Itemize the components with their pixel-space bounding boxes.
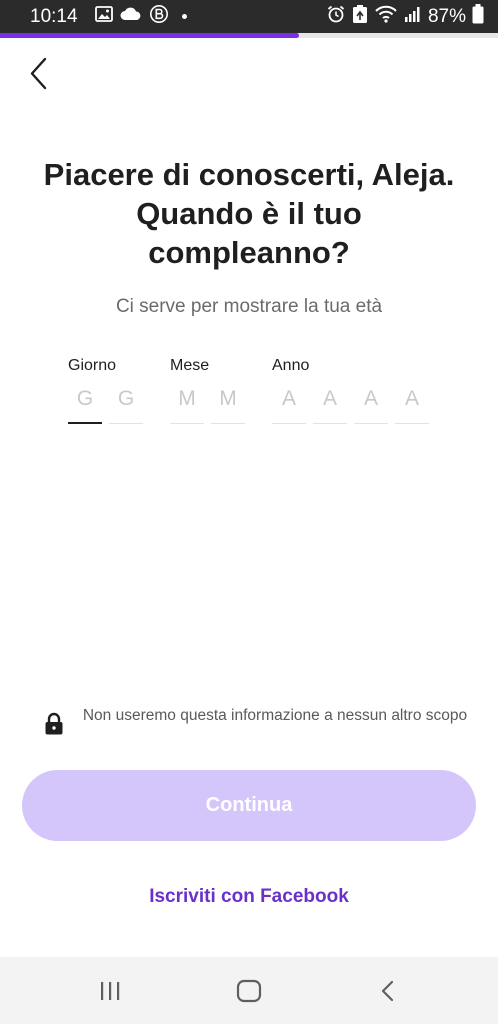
image-icon (94, 6, 113, 27)
progress-bar (0, 33, 498, 38)
year-digit-4-placeholder: A (404, 387, 419, 410)
b-badge-icon (149, 4, 169, 29)
month-digit-2[interactable]: M (211, 386, 245, 424)
recent-apps-icon (101, 982, 120, 1000)
facebook-signup-link[interactable]: Iscriviti con Facebook (0, 886, 498, 908)
home-button[interactable] (229, 973, 269, 1009)
month-digit-2-placeholder: M (219, 387, 237, 410)
subtitle: Ci serve per mostrare la tua età (115, 296, 383, 317)
status-time: 10:14 (30, 5, 78, 27)
progress-fill (0, 33, 299, 38)
back-icon (381, 980, 394, 1002)
signal-icon (404, 5, 422, 28)
day-digit-1-placeholder: G (76, 387, 94, 410)
day-digit-1[interactable]: G (68, 386, 102, 424)
month-digit-1[interactable]: M (170, 386, 204, 424)
status-right: 87% (326, 4, 484, 29)
day-digit-2[interactable]: G (109, 386, 143, 424)
back-button[interactable] (22, 54, 58, 94)
year-digit-3[interactable]: A (354, 386, 388, 424)
wifi-icon (374, 5, 398, 28)
status-bar: 10:14 87% (0, 0, 498, 33)
chevron-left-icon (30, 57, 47, 90)
home-icon (236, 979, 262, 1003)
cloud-icon (120, 7, 142, 26)
year-digit-2[interactable]: A (313, 386, 347, 424)
year-digit-3-placeholder: A (363, 387, 378, 410)
dot-icon (181, 14, 187, 19)
lock-icon (44, 712, 64, 741)
year-label: Anno (272, 357, 310, 374)
day-digit-2-placeholder: G (117, 387, 135, 410)
year-digit-4[interactable]: A (395, 386, 429, 424)
month-label: Mese (170, 357, 210, 374)
recycle-icon (352, 4, 368, 29)
page-title: Piacere di conoscerti, Aleja. Quando è i… (43, 157, 455, 270)
month-digit-1-placeholder: M (178, 387, 196, 410)
year-digit-2-placeholder: A (322, 387, 337, 410)
alarm-icon (326, 4, 346, 29)
day-label: Giorno (68, 357, 117, 374)
battery-percent: 87% (427, 5, 466, 27)
continue-button[interactable]: Continua (22, 770, 476, 841)
year-digit-1[interactable]: A (272, 386, 306, 424)
privacy-text: Non useremo questa informazione a nessun… (82, 707, 468, 724)
privacy-note: Non useremo questa informazione a nessun… (40, 704, 470, 754)
continue-label: Continua (205, 794, 293, 816)
recent-apps-button[interactable] (90, 973, 130, 1009)
year-digit-1-placeholder: A (281, 387, 296, 410)
nav-bar (0, 957, 498, 1024)
battery-icon (472, 4, 484, 29)
status-left: 10:14 (30, 4, 187, 29)
system-back-button[interactable] (368, 973, 408, 1009)
